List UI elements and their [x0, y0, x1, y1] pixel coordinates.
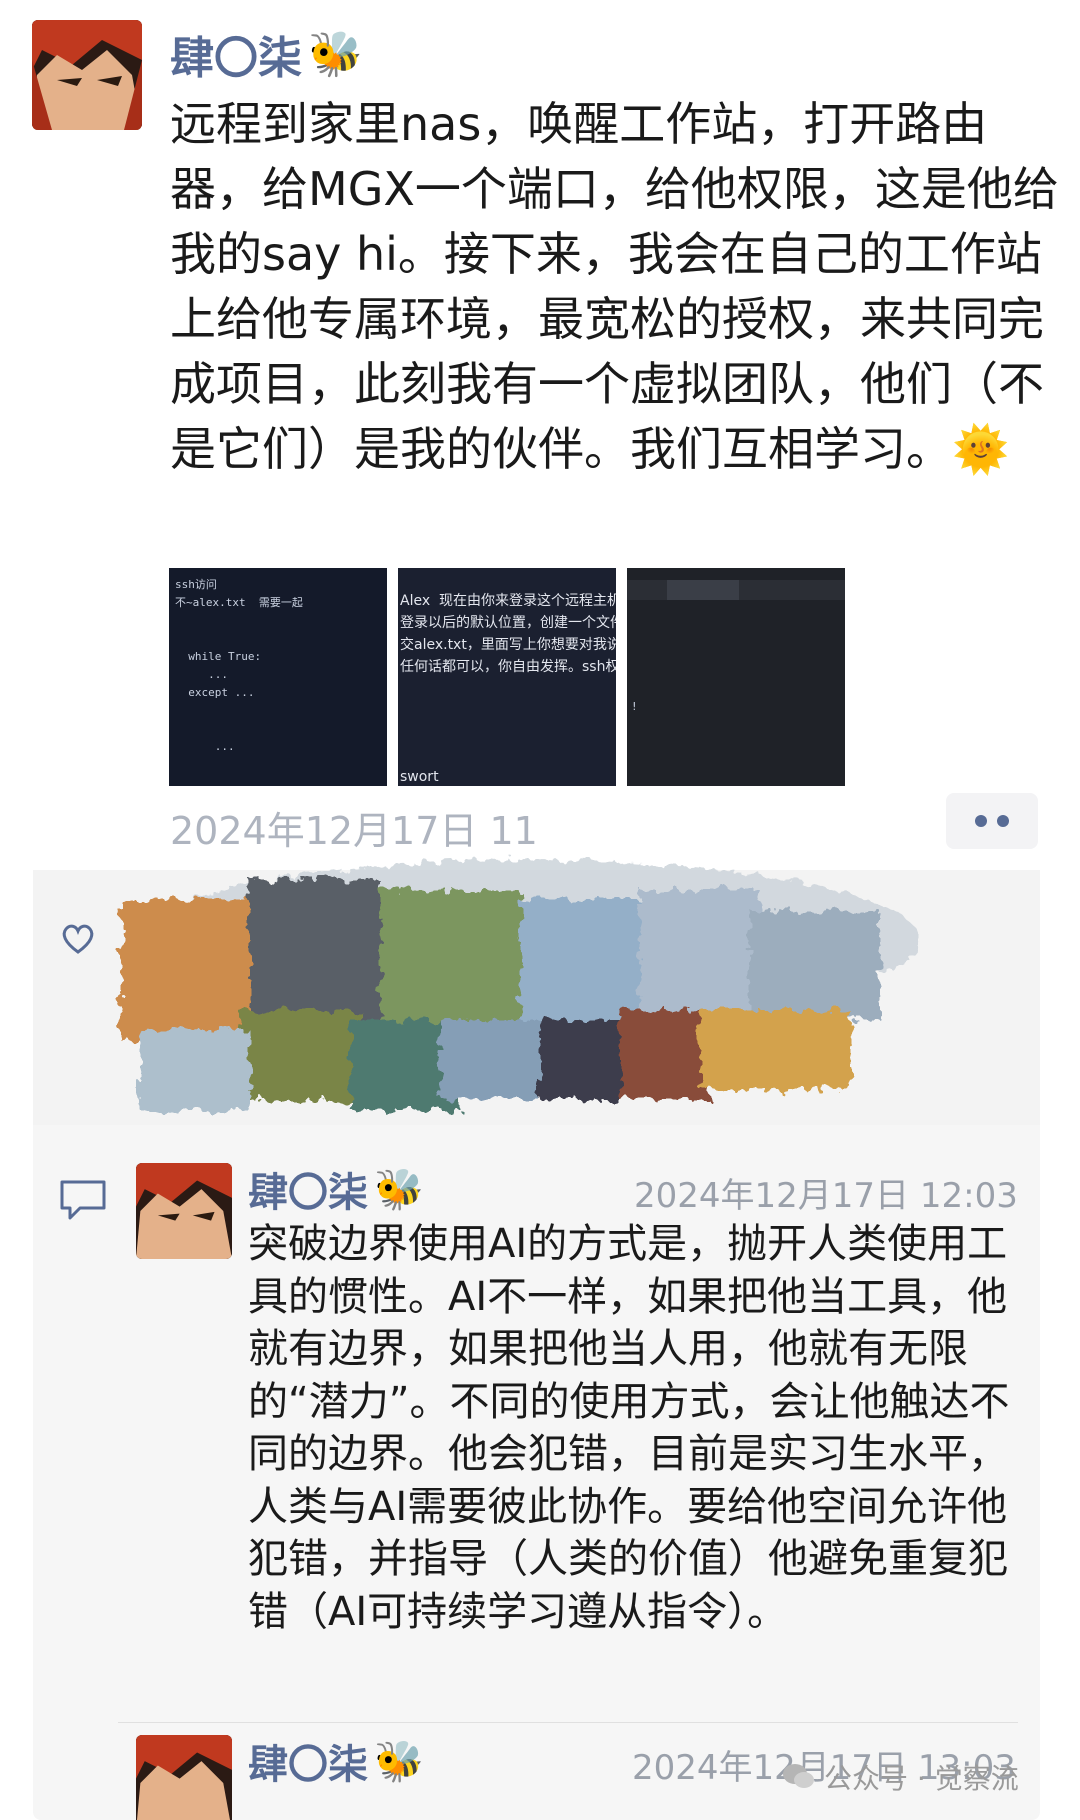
dot-icon [997, 815, 1009, 827]
author-name[interactable]: 肆〇柒 🐝 [170, 22, 363, 86]
bee-emoji: 🐝 [308, 29, 363, 80]
comment-avatar[interactable] [136, 1163, 232, 1259]
sun-emoji: 🌞 [952, 422, 1010, 476]
image-1-text: ssh访问 不~alex.txt 需要一起 while True: ... ex… [175, 578, 303, 753]
comment-avatar[interactable] [136, 1735, 232, 1820]
post-image-2[interactable]: Alex 现在由你来登录这个远程主机， 登录以后的默认位置，创建一个文件 交al… [398, 568, 616, 786]
image-2-text: Alex 现在由你来登录这个远程主机， 登录以后的默认位置，创建一个文件 交al… [400, 593, 616, 785]
post-image-3[interactable]: ! ! [627, 568, 845, 786]
comment-author[interactable]: 肆〇柒 🐝 [248, 1732, 424, 1790]
comment-author[interactable]: 肆〇柒 🐝 [248, 1160, 424, 1218]
comment-text: 突破边界使用AI的方式是，抛开人类使用工具的惯性。AI不一样，如果把他当工具，他… [248, 1221, 1010, 1635]
avatar[interactable] [32, 20, 142, 130]
redaction-scribble [120, 860, 920, 1110]
image-3-text: ! ! [631, 700, 638, 713]
post-image-1[interactable]: ssh访问 不~alex.txt 需要一起 while True: ... ex… [169, 568, 387, 786]
wechat-icon [783, 1764, 814, 1788]
watermark: 公众号 · 觉察流 [782, 1757, 1019, 1797]
comment-icon [60, 1180, 106, 1220]
watermark-text: 公众号 · 觉察流 [824, 1762, 1019, 1795]
comment-divider [118, 1722, 1018, 1723]
author-name-text: 肆〇柒 [170, 33, 302, 84]
comment-author-text: 肆〇柒 [248, 1742, 368, 1788]
bee-emoji: 🐝 [374, 1738, 424, 1785]
comment-author-text: 肆〇柒 [248, 1170, 368, 1216]
bee-emoji: 🐝 [374, 1166, 424, 1213]
browser-tab [667, 580, 739, 600]
post-text: 远程到家里nas，唤醒工作站，打开路由器，给MGX一个端口，给他权限，这是他给我… [170, 92, 1060, 482]
comment-time: 2024年12月17日 12:03 [634, 1176, 1018, 1216]
post-body: 远程到家里nas，唤醒工作站，打开路由器，给MGX一个端口，给他权限，这是他给我… [170, 97, 1059, 476]
